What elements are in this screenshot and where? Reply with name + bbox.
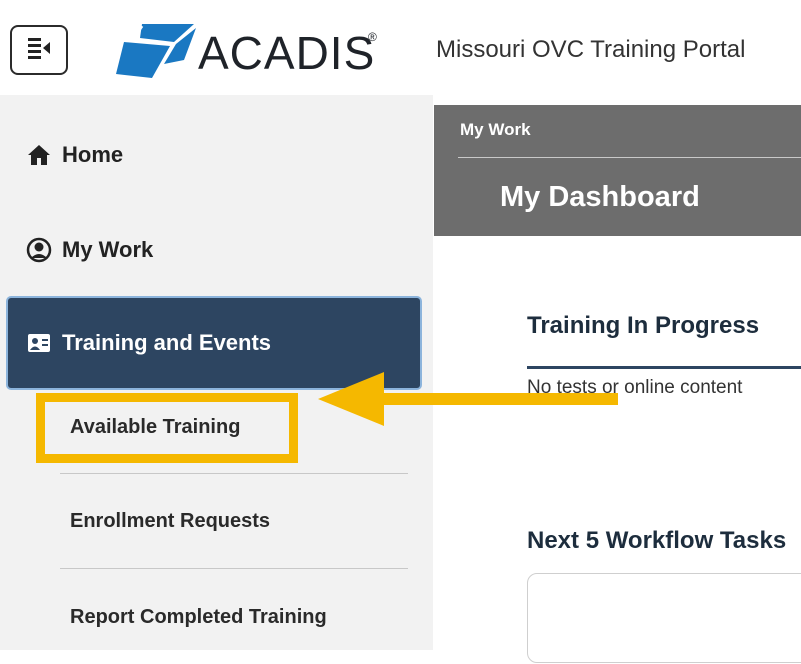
sidebar-item-label: Training and Events — [62, 330, 272, 355]
sidebar-item-home[interactable]: Home — [0, 120, 420, 190]
acadis-logo[interactable]: ACADIS ® — [112, 20, 382, 86]
sidebar-subitem-enrollment-requests[interactable]: Enrollment Requests — [60, 475, 408, 569]
portal-title: Missouri OVC Training Portal — [436, 36, 746, 63]
training-in-progress-heading: Training In Progress — [527, 312, 760, 339]
workflow-tasks-heading: Next 5 Workflow Tasks — [527, 527, 787, 554]
logo-text: ACADIS — [198, 27, 376, 79]
menu-collapse-icon — [26, 35, 52, 66]
sidebar-subitem-label: Available Training — [70, 416, 241, 438]
annotation-arrow-icon — [318, 372, 618, 426]
page-header-banner: My Work My Dashboard — [434, 105, 801, 236]
id-card-icon — [26, 330, 52, 356]
sidebar-subitem-label: Report Completed Training — [70, 605, 327, 628]
menu-toggle-button[interactable] — [10, 25, 68, 75]
acadis-logo-mark — [116, 24, 196, 78]
page-title: My Dashboard — [500, 181, 700, 213]
sidebar-item-label: Home — [62, 142, 124, 167]
user-circle-icon — [26, 237, 52, 263]
registered-mark: ® — [368, 30, 377, 44]
banner-divider — [458, 157, 801, 158]
sidebar-item-label: My Work — [62, 237, 154, 262]
home-icon — [26, 142, 52, 168]
app-header: ACADIS ® Missouri OVC Training Portal — [0, 0, 801, 95]
sidebar-item-my-work[interactable]: My Work — [0, 215, 420, 285]
sidebar-subitem-label: Enrollment Requests — [70, 510, 271, 532]
breadcrumb[interactable]: My Work — [460, 120, 531, 140]
